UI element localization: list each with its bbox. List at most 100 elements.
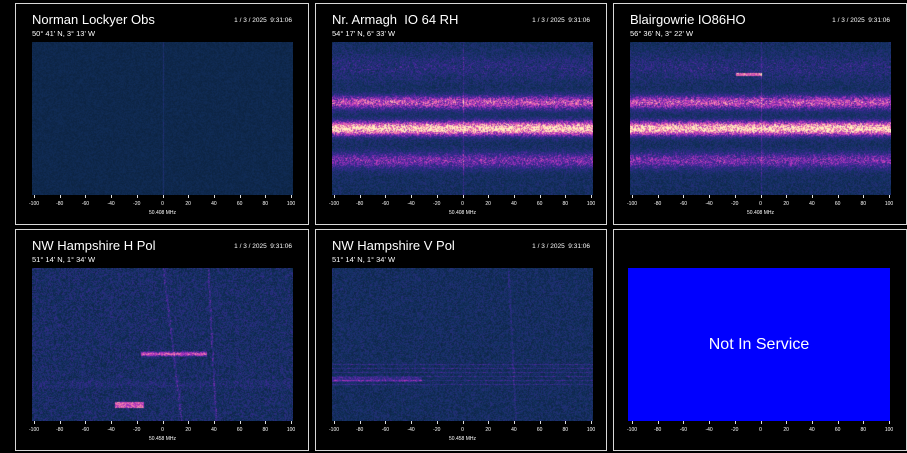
axis-tick xyxy=(34,421,35,424)
axis-tick xyxy=(385,421,387,424)
timestamp: 1 / 3 / 2025 9:31:06 xyxy=(532,243,590,250)
axis-tick xyxy=(59,195,61,198)
axis-tick xyxy=(239,421,241,424)
frequency-axis: -100 -80 -60 -40 -20 0 20 40 60 80 100 50.408 MHz xyxy=(329,195,595,217)
waterfall-plot xyxy=(32,268,293,421)
axis-tick xyxy=(539,195,541,198)
axis-tick xyxy=(760,195,762,198)
axis-tick-label: 40 xyxy=(511,427,517,433)
axis-tick-label: 60 xyxy=(536,427,543,433)
axis-tick xyxy=(334,421,335,424)
axis-tick xyxy=(265,195,267,198)
frequency-axis: -100 -80 -60 -40 -20 0 20 40 60 80 100 50.458 MHz xyxy=(29,421,296,443)
axis-tick xyxy=(265,421,267,424)
timestamp: 1 / 3 / 2025 9:31:06 xyxy=(832,17,890,24)
axis-tick xyxy=(889,195,890,198)
axis-tick-label: 100 xyxy=(286,201,296,207)
axis-tick-label: -80 xyxy=(56,427,64,433)
center-frequency-label: 50.408 MHz xyxy=(747,210,774,216)
axis-tick xyxy=(34,195,35,198)
station-coords: 54° 17' N, 6° 33' W xyxy=(332,29,396,38)
station-coords: 51° 14' N, 1° 34' W xyxy=(32,255,96,264)
axis-tick-label: -100 xyxy=(626,201,638,207)
axis-tick xyxy=(786,421,788,424)
axis-tick xyxy=(162,421,164,424)
axis-tick-label: -40 xyxy=(407,201,415,207)
axis-tick-label: -20 xyxy=(133,201,141,207)
waterfall-plot xyxy=(32,42,293,195)
axis-tick xyxy=(411,195,413,198)
axis-tick-label: -100 xyxy=(28,201,40,207)
frequency-axis: -100 -80 -60 -40 -20 0 20 40 60 80 100 50.408 MHz xyxy=(28,195,296,217)
axis-tick-label: -60 xyxy=(381,201,390,207)
axis-tick xyxy=(786,195,788,198)
axis-tick xyxy=(539,421,541,424)
frequency-axis: -100 -80 -60 -40 -20 0 20 40 60 80 100 50.408 MHz xyxy=(626,195,894,217)
axis-tick-label: 0 xyxy=(461,427,464,433)
axis-tick xyxy=(632,421,633,424)
axis-tick xyxy=(632,195,633,198)
axis-tick xyxy=(889,421,890,424)
axis-tick-label: 100 xyxy=(586,427,596,433)
axis-tick xyxy=(837,421,839,424)
axis-tick xyxy=(760,421,762,424)
axis-tick xyxy=(111,195,113,198)
axis-tick-label: 20 xyxy=(185,427,191,433)
axis-tick xyxy=(591,421,592,424)
axis-tick-label: -40 xyxy=(705,201,713,207)
station-title: Norman Lockyer Obs xyxy=(32,12,155,27)
axis-tick xyxy=(111,421,113,424)
axis-tick xyxy=(385,195,387,198)
axis-tick xyxy=(436,421,438,424)
waterfall-plot xyxy=(332,268,593,421)
axis-tick-label: -40 xyxy=(107,201,115,207)
axis-tick-label: 20 xyxy=(485,201,491,207)
axis-tick-label: -80 xyxy=(356,427,364,433)
axis-tick-label: 40 xyxy=(211,201,217,207)
axis-tick-label: 40 xyxy=(211,427,217,433)
center-frequency-label: 50.458 MHz xyxy=(149,436,176,442)
panel-norman-lockyer: Norman Lockyer Obs 50° 41' N, 3° 13' W 1… xyxy=(15,3,309,225)
axis-tick-label: -60 xyxy=(679,427,688,433)
axis-tick-label: -20 xyxy=(433,201,441,207)
axis-tick-label: -80 xyxy=(654,427,662,433)
axis-tick xyxy=(488,421,490,424)
panel-nr-armagh: Nr. Armagh IO 64 RH 54° 17' N, 6° 33' W … xyxy=(315,3,607,225)
axis-tick-label: 20 xyxy=(783,201,789,207)
station-title: NW Hampshire H Pol xyxy=(32,238,156,253)
axis-tick xyxy=(162,195,164,198)
axis-tick-label: 0 xyxy=(161,427,164,433)
panel-nw-hampshire-h: NW Hampshire H Pol 51° 14' N, 1° 34' W 1… xyxy=(15,229,309,451)
axis-tick-label: 80 xyxy=(562,201,569,207)
axis-tick xyxy=(863,195,865,198)
panel-blairgowrie: Blairgowrie IO86HO 56° 36' N, 3° 22' W 1… xyxy=(613,3,907,225)
axis-tick-label: -60 xyxy=(81,427,90,433)
axis-tick xyxy=(239,195,241,198)
center-frequency-label: 50.458 MHz xyxy=(449,436,476,442)
axis-tick xyxy=(565,421,567,424)
axis-tick xyxy=(513,195,515,198)
axis-tick xyxy=(513,421,515,424)
axis-tick xyxy=(334,195,335,198)
panel-not-in-service: Not In Service -100 -80 -60 -40 -20 0 20 40 60 80… xyxy=(613,229,907,451)
axis-tick xyxy=(436,195,438,198)
axis-tick xyxy=(359,421,361,424)
axis-tick-label: 100 xyxy=(884,427,894,433)
axis-tick xyxy=(591,195,592,198)
axis-tick xyxy=(85,195,87,198)
axis-tick-label: 100 xyxy=(884,201,894,207)
timestamp: 1 / 3 / 2025 9:31:06 xyxy=(234,17,292,24)
axis-tick-label: -20 xyxy=(731,201,739,207)
axis-tick-label: 0 xyxy=(759,201,762,207)
axis-tick xyxy=(85,421,87,424)
axis-tick-label: 0 xyxy=(161,201,164,207)
axis-tick-label: -40 xyxy=(705,427,713,433)
axis-tick-label: 100 xyxy=(286,427,296,433)
axis-tick-label: -20 xyxy=(433,427,441,433)
axis-tick xyxy=(291,421,292,424)
center-frequency-label: 50.408 MHz xyxy=(149,210,176,216)
station-coords: 50° 41' N, 3° 13' W xyxy=(32,29,96,38)
axis-tick-label: 80 xyxy=(562,427,569,433)
axis-tick xyxy=(462,421,464,424)
axis-tick-label: -80 xyxy=(56,201,64,207)
